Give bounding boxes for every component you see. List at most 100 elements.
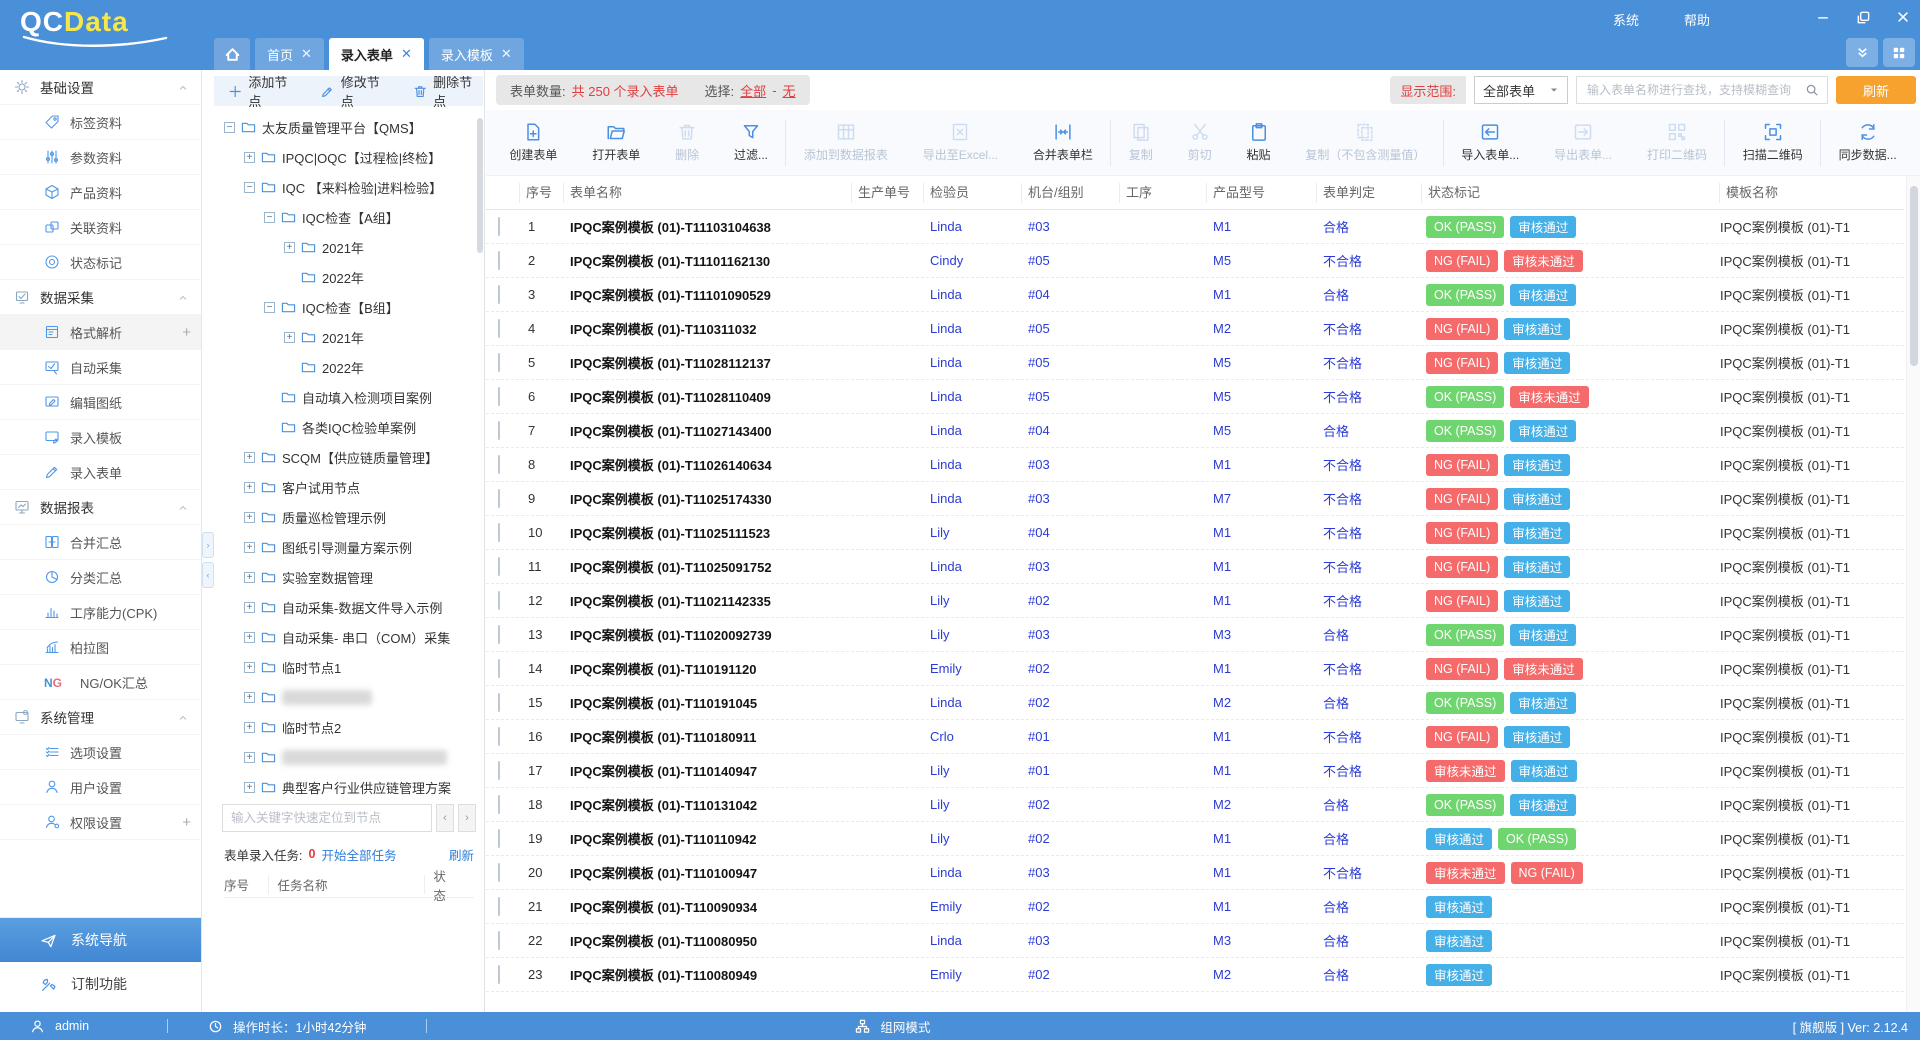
scope-select[interactable]: 全部表单	[1474, 76, 1568, 104]
form-name[interactable]: IPQC案例模板 (01)-T110080950	[564, 931, 852, 950]
tree-node-SCQM【供应链质量管理】[interactable]: +SCQM【供应链质量管理】	[214, 442, 476, 472]
tree-node-自动填入检测项目案例[interactable]: −自动填入检测项目案例	[214, 382, 476, 412]
sidebar-item-格式解析[interactable]: 格式解析+	[0, 315, 201, 350]
toolbar-打开表单[interactable]: 打开表单	[575, 122, 658, 163]
sidebar-item-录入模板[interactable]: 录入模板	[0, 420, 201, 455]
form-name[interactable]: IPQC案例模板 (01)-T11025091752	[564, 557, 852, 576]
sidebar-item-参数资料[interactable]: 参数资料	[0, 140, 201, 175]
table-row[interactable]: 16IPQC案例模板 (01)-T110180911Crlo#01M1不合格NG…	[486, 720, 1904, 754]
table-row[interactable]: 2IPQC案例模板 (01)-T11101162130Cindy#05M5不合格…	[486, 244, 1904, 278]
row-checkbox[interactable]	[498, 421, 500, 440]
row-checkbox[interactable]	[498, 217, 500, 236]
column-header-生产单号[interactable]: 生产单号	[852, 183, 924, 203]
search-icon[interactable]	[1805, 81, 1819, 99]
form-name[interactable]: IPQC案例模板 (01)-T110090934	[564, 897, 852, 916]
form-name[interactable]: IPQC案例模板 (01)-T11021142335	[564, 591, 852, 610]
sidebar-item-状态标记[interactable]: 状态标记	[0, 245, 201, 280]
column-header-工序[interactable]: 工序	[1120, 183, 1207, 203]
expand-icon[interactable]: +	[244, 452, 255, 463]
collapse-icon[interactable]: −	[224, 122, 235, 133]
form-name[interactable]: IPQC案例模板 (01)-T11025174330	[564, 489, 852, 508]
table-row[interactable]: 9IPQC案例模板 (01)-T11025174330Linda#03M7不合格…	[486, 482, 1904, 516]
row-checkbox[interactable]	[498, 319, 500, 338]
sidebar-item-录入表单[interactable]: 录入表单	[0, 455, 201, 490]
sidebar-item-用户设置[interactable]: 用户设置	[0, 770, 201, 805]
tab-home[interactable]	[214, 38, 250, 70]
tab-3[interactable]: 录入模板✕	[429, 38, 524, 70]
sidebar-item-工序能力(CPK)[interactable]: 工序能力(CPK)	[0, 595, 201, 630]
tree-node-2021年[interactable]: +2021年	[214, 232, 476, 262]
table-row[interactable]: 6IPQC案例模板 (01)-T11028110409Linda#05M5不合格…	[486, 380, 1904, 414]
row-checkbox[interactable]	[498, 693, 500, 712]
form-name[interactable]: IPQC案例模板 (01)-T110191120	[564, 659, 852, 678]
expand-icon[interactable]: +	[284, 332, 295, 343]
table-row[interactable]: 23IPQC案例模板 (01)-T110080949Emily#02M2合格审核…	[486, 958, 1904, 992]
tree-toolbar-删除节点[interactable]: 删除节点	[413, 72, 483, 110]
form-search-input[interactable]	[1585, 82, 1805, 98]
column-header-模板名称[interactable]: 模板名称	[1720, 183, 1904, 203]
toolbar-扫描二维码[interactable]: 扫描二维码	[1725, 122, 1820, 163]
tree-toolbar-修改节点[interactable]: 修改节点	[320, 72, 390, 110]
form-name[interactable]: IPQC案例模板 (01)-T110080949	[564, 965, 852, 984]
column-header-状态标记[interactable]: 状态标记	[1422, 183, 1720, 203]
form-name[interactable]: IPQC案例模板 (01)-T11101090529	[564, 285, 852, 304]
expand-icon[interactable]: +	[284, 242, 295, 253]
form-name[interactable]: IPQC案例模板 (01)-T11020092739	[564, 625, 852, 644]
search-prev-button[interactable]: ‹	[436, 804, 454, 832]
sidebar-item-关联资料[interactable]: 关联资料	[0, 210, 201, 245]
tree-node-各类IQC检验单案例[interactable]: −各类IQC检验单案例	[214, 412, 476, 442]
row-checkbox[interactable]	[498, 285, 500, 304]
tree-node-redacted[interactable]: +	[214, 682, 476, 712]
column-header-产品型号[interactable]: 产品型号	[1207, 183, 1317, 203]
table-row[interactable]: 19IPQC案例模板 (01)-T110110942Lily#02M1合格审核通…	[486, 822, 1904, 856]
sidebar-item-产品资料[interactable]: 产品资料	[0, 175, 201, 210]
row-checkbox[interactable]	[498, 523, 500, 542]
sidebar-item-柏拉图[interactable]: 柏拉图	[0, 630, 201, 665]
select-none-link[interactable]: 无	[783, 81, 796, 100]
tree-node-redacted[interactable]: +	[214, 742, 476, 772]
expand-icon[interactable]: +	[244, 572, 255, 583]
tree-node-典型客户行业供应链管理方案[interactable]: +典型客户行业供应链管理方案	[214, 772, 476, 802]
close-icon[interactable]	[1894, 8, 1912, 26]
row-checkbox[interactable]	[498, 965, 500, 984]
row-checkbox[interactable]	[498, 489, 500, 508]
toolbar-粘贴[interactable]: 粘贴	[1229, 122, 1288, 163]
tree-node-IPQC|OQC【过程检|终检】[interactable]: +IPQC|OQC【过程检|终检】	[214, 142, 476, 172]
add-shortcut-button[interactable]: +	[182, 324, 191, 341]
form-name[interactable]: IPQC案例模板 (01)-T11027143400	[564, 421, 852, 440]
form-name[interactable]: IPQC案例模板 (01)-T110100947	[564, 863, 852, 882]
tab-grid-button[interactable]	[1883, 38, 1915, 67]
tree-node-临时节点1[interactable]: +临时节点1	[214, 652, 476, 682]
sidebar-nav-button[interactable]: 系统导航	[0, 918, 201, 962]
toolbar-同步数据...[interactable]: 同步数据...	[1821, 122, 1914, 163]
row-checkbox[interactable]	[498, 761, 500, 780]
sidebar-item-自动采集[interactable]: 自动采集	[0, 350, 201, 385]
tree-node-太友质量管理平台【QMS】[interactable]: −太友质量管理平台【QMS】	[214, 112, 476, 142]
start-all-tasks-link[interactable]: 开始全部任务	[321, 845, 396, 864]
restore-icon[interactable]	[1854, 8, 1872, 26]
sidebar-item-合并汇总[interactable]: 合并汇总	[0, 525, 201, 560]
form-name[interactable]: IPQC案例模板 (01)-T110140947	[564, 761, 852, 780]
form-name[interactable]: IPQC案例模板 (01)-T110110942	[564, 829, 852, 848]
table-row[interactable]: 1IPQC案例模板 (01)-T11103104638Linda#03M1合格O…	[486, 210, 1904, 244]
expand-icon[interactable]: +	[244, 602, 255, 613]
collapse-icon[interactable]: −	[244, 182, 255, 193]
sidebar-item-分类汇总[interactable]: 分类汇总	[0, 560, 201, 595]
toolbar-创建表单[interactable]: 创建表单	[492, 122, 575, 163]
form-name[interactable]: IPQC案例模板 (01)-T110311032	[564, 319, 852, 338]
tree-node-图纸引导测量方案示例[interactable]: +图纸引导测量方案示例	[214, 532, 476, 562]
expand-icon[interactable]: +	[244, 662, 255, 673]
collapse-icon[interactable]: −	[264, 302, 275, 313]
table-row[interactable]: 17IPQC案例模板 (01)-T110140947Lily#01M1不合格审核…	[486, 754, 1904, 788]
row-checkbox[interactable]	[498, 727, 500, 746]
column-header-表单名称[interactable]: 表单名称	[564, 183, 852, 203]
tree-search-input[interactable]	[222, 804, 432, 832]
sidebar-item-编辑图纸[interactable]: 编辑图纸	[0, 385, 201, 420]
collapse-panel-button[interactable]: ‹	[202, 562, 214, 588]
form-name[interactable]: IPQC案例模板 (01)-T110180911	[564, 727, 852, 746]
row-checkbox[interactable]	[498, 353, 500, 372]
add-shortcut-button[interactable]: +	[182, 814, 191, 831]
tree-node-IQC检查【A组】[interactable]: −IQC检查【A组】	[214, 202, 476, 232]
tab-1[interactable]: 首页✕	[255, 38, 324, 70]
expand-icon[interactable]: +	[244, 722, 255, 733]
